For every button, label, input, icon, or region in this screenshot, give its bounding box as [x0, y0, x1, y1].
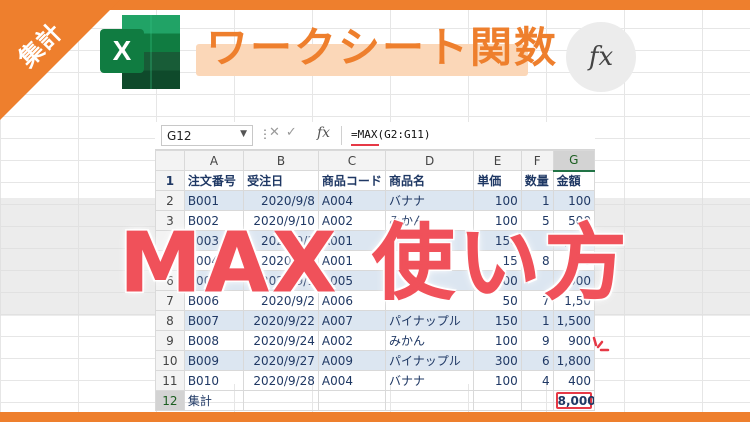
cell[interactable]: 2020/9/28 — [243, 370, 319, 391]
headline: MAX 使い方 — [119, 216, 631, 312]
table-header-row: 1 注文番号 受注日 商品コード 商品名 単価 数量 金額 — [155, 170, 596, 191]
cell[interactable]: 金額 — [552, 170, 596, 191]
cell[interactable] — [384, 390, 475, 411]
bottom-orange-border — [0, 412, 750, 422]
table-row: 11 B010 2020/9/28 A004 バナナ 100 4 400 — [155, 370, 596, 391]
emphasis-icon — [592, 336, 610, 352]
active-cell[interactable]: 8,000 — [552, 390, 596, 411]
cell[interactable]: A002 — [317, 330, 386, 351]
row-header[interactable]: 10 — [155, 350, 185, 371]
column-header[interactable]: C — [317, 150, 386, 171]
column-header[interactable]: E — [473, 150, 522, 171]
column-header[interactable]: B — [243, 150, 319, 171]
column-header-selected[interactable]: G — [552, 150, 596, 172]
cell[interactable]: 4 — [520, 370, 554, 391]
formula-input[interactable]: =MAX(G2:G11) — [351, 128, 430, 141]
column-header[interactable]: D — [384, 150, 475, 171]
row-header[interactable]: 9 — [155, 330, 185, 351]
cell[interactable]: 100 — [473, 330, 522, 351]
cell[interactable]: B008 — [183, 330, 245, 351]
cell[interactable] — [520, 390, 554, 411]
cell[interactable]: 商品名 — [384, 170, 475, 191]
formula-underline — [351, 144, 379, 146]
cell[interactable]: バナナ — [384, 370, 475, 391]
cell[interactable] — [473, 390, 522, 411]
column-headers: A B C D E F G — [155, 150, 596, 172]
formula-separator — [341, 126, 342, 145]
cancel-icon[interactable]: ✕ — [269, 125, 286, 140]
cell[interactable]: B009 — [183, 350, 245, 371]
cell[interactable]: 2020/9/24 — [243, 330, 319, 351]
total-row: 12 集計 8,000 — [155, 390, 596, 411]
insert-function-icon[interactable]: fx — [317, 125, 330, 141]
cell[interactable]: A004 — [317, 370, 386, 391]
cell[interactable]: 受注日 — [243, 170, 319, 191]
name-box[interactable]: G12 ▼ — [161, 125, 253, 146]
enter-icon[interactable]: ✓ — [286, 125, 303, 140]
cell[interactable]: 300 — [473, 350, 522, 371]
formula-bar: G12 ▼ ⋮ ✕✓ fx =MAX(G2:G11) — [155, 122, 595, 150]
svg-text:X: X — [113, 35, 132, 66]
cell[interactable]: 2020/9/27 — [243, 350, 319, 371]
row-header[interactable]: 1 — [155, 170, 185, 191]
cell[interactable]: 単価 — [473, 170, 522, 191]
column-header[interactable]: A — [183, 150, 245, 171]
cell[interactable]: 1,800 — [552, 350, 596, 371]
cell[interactable]: 900 — [552, 330, 596, 351]
cell[interactable]: 数量 — [520, 170, 554, 191]
column-header[interactable]: F — [520, 150, 554, 171]
chevron-down-icon[interactable]: ▼ — [240, 129, 247, 139]
cell[interactable]: 注文番号 — [183, 170, 245, 191]
cell[interactable]: パイナップル — [384, 350, 475, 371]
table-row: 10 B009 2020/9/27 A009 パイナップル 300 6 1,80… — [155, 350, 596, 371]
formula-buttons: ✕✓ — [269, 125, 303, 140]
fx-icon: fx — [566, 22, 636, 92]
select-all-corner[interactable] — [155, 150, 185, 171]
page-title: ワークシート関数 — [206, 23, 559, 72]
cell[interactable]: A009 — [317, 350, 386, 371]
row-header-selected[interactable]: 12 — [155, 390, 185, 411]
total-label[interactable]: 集計 — [183, 390, 245, 411]
table-row: 9 B008 2020/9/24 A002 みかん 100 9 900 — [155, 330, 596, 351]
cell[interactable]: 6 — [520, 350, 554, 371]
row-header[interactable]: 11 — [155, 370, 185, 391]
cell[interactable]: 100 — [473, 370, 522, 391]
cell[interactable] — [243, 390, 319, 411]
cell[interactable]: 9 — [520, 330, 554, 351]
cell[interactable] — [317, 390, 386, 411]
cell[interactable]: みかん — [384, 330, 475, 351]
cell[interactable]: 400 — [552, 370, 596, 391]
total-value: 8,000 — [555, 392, 595, 409]
excel-icon: X — [100, 15, 180, 89]
cell[interactable]: 商品コード — [317, 170, 386, 191]
cell[interactable]: B010 — [183, 370, 245, 391]
